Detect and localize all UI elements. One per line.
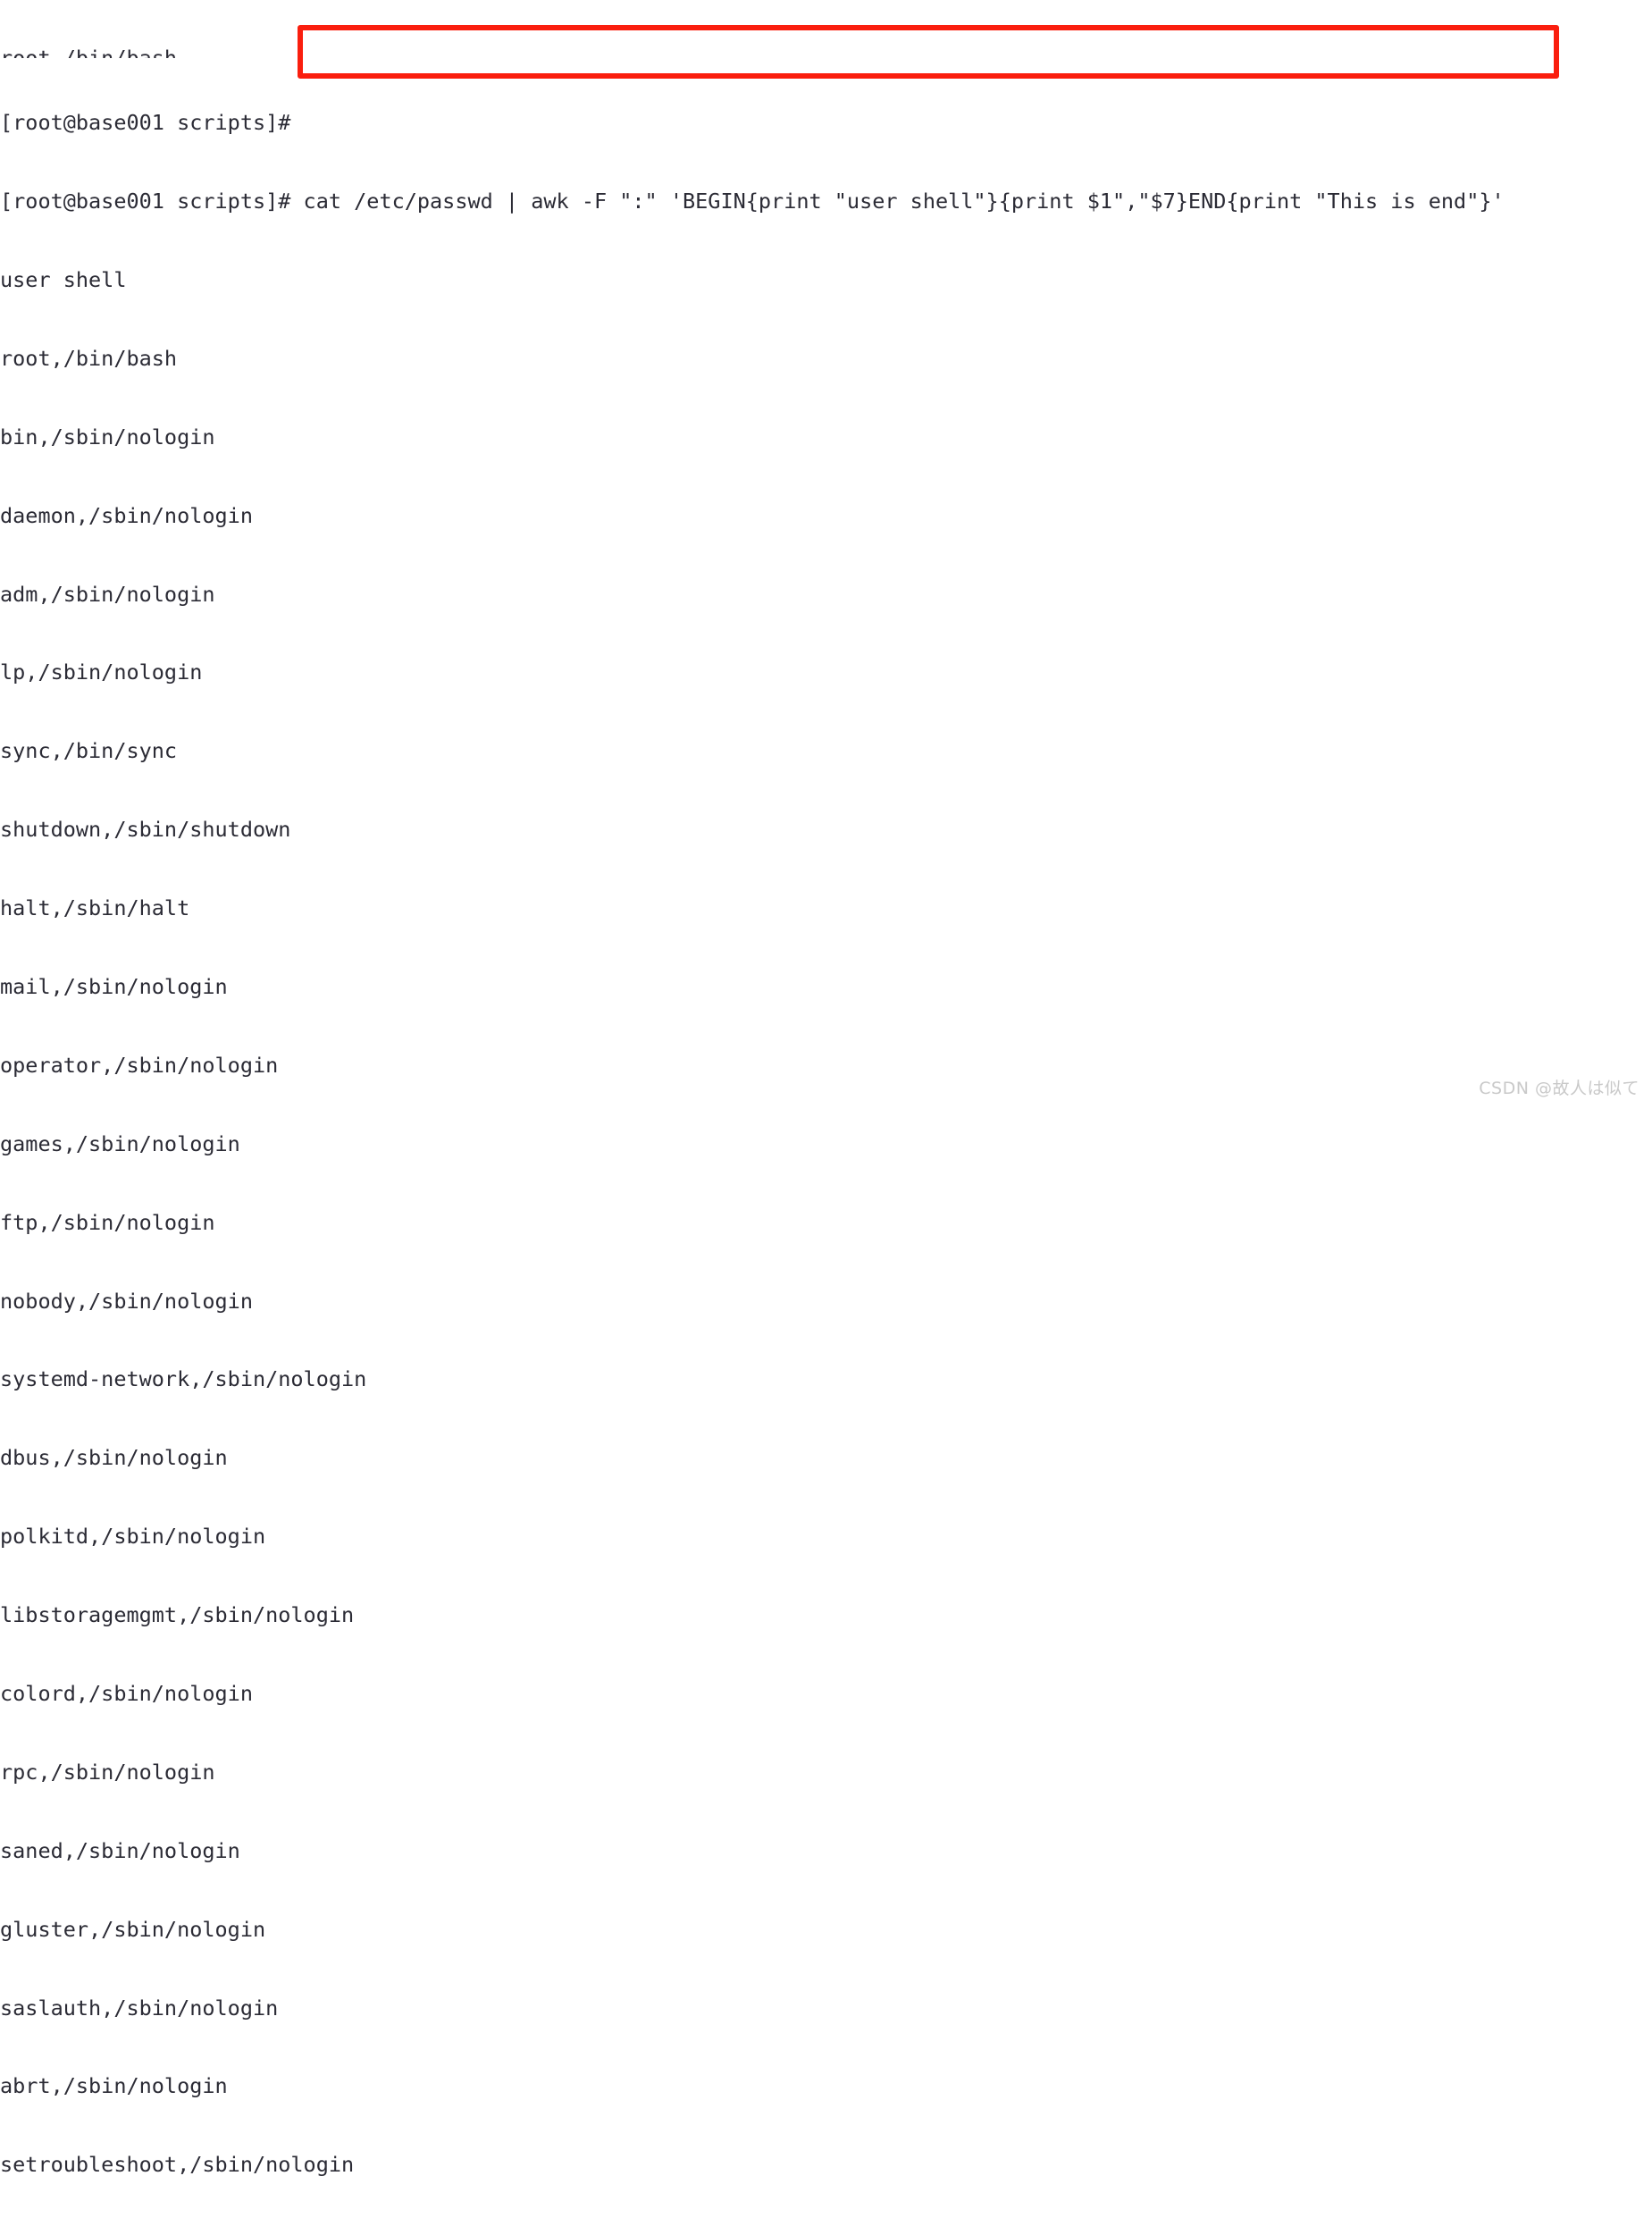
terminal-line: adm,/sbin/nologin — [0, 581, 215, 607]
terminal-line: mail,/sbin/nologin — [0, 973, 228, 999]
terminal-line: libstoragemgmt,/sbin/nologin — [0, 1602, 355, 1628]
terminal-line: root,/bin/bash — [0, 45, 178, 58]
terminal-line: dbus,/sbin/nologin — [0, 1445, 228, 1471]
watermark: CSDN @故人は似て — [1479, 1079, 1639, 1098]
terminal-line: daemon,/sbin/nologin — [0, 502, 253, 528]
terminal-line: ftp,/sbin/nologin — [0, 1209, 215, 1235]
terminal-line: operator,/sbin/nologin — [0, 1052, 279, 1078]
terminal-window[interactable]: root,/bin/bash [root@base001 scripts]# [… — [0, 0, 1652, 2177]
terminal-line: saslauth,/sbin/nologin — [0, 1995, 279, 2021]
terminal-line: bin,/sbin/nologin — [0, 424, 215, 449]
terminal-line: lp,/sbin/nologin — [0, 660, 203, 685]
terminal-line: sync,/bin/sync — [0, 738, 178, 764]
terminal-output-header: user shell — [0, 266, 127, 292]
terminal-scrollback: root,/bin/bash [root@base001 scripts]# [… — [0, 0, 1652, 2218]
terminal-line: root,/bin/bash — [0, 345, 178, 371]
terminal-line: systemd-network,/sbin/nologin — [0, 1366, 367, 1392]
terminal-line: abrt,/sbin/nologin — [0, 2073, 228, 2099]
terminal-line: nobody,/sbin/nologin — [0, 1288, 253, 1314]
terminal-command-line[interactable]: [root@base001 scripts]# cat /etc/passwd … — [0, 189, 1652, 214]
terminal-line: games,/sbin/nologin — [0, 1130, 240, 1156]
terminal-line: halt,/sbin/halt — [0, 895, 190, 921]
terminal-line: shutdown,/sbin/shutdown — [0, 817, 291, 843]
terminal-line: gluster,/sbin/nologin — [0, 1916, 266, 1942]
terminal-line: saned,/sbin/nologin — [0, 1837, 240, 1863]
terminal-line: polkitd,/sbin/nologin — [0, 1524, 266, 1550]
terminal-line: rpc,/sbin/nologin — [0, 1759, 215, 1785]
terminal-line: colord,/sbin/nologin — [0, 1681, 253, 1706]
terminal-line: setroubleshoot,/sbin/nologin — [0, 2152, 355, 2178]
terminal-prompt-line: [root@base001 scripts]# — [0, 110, 304, 136]
